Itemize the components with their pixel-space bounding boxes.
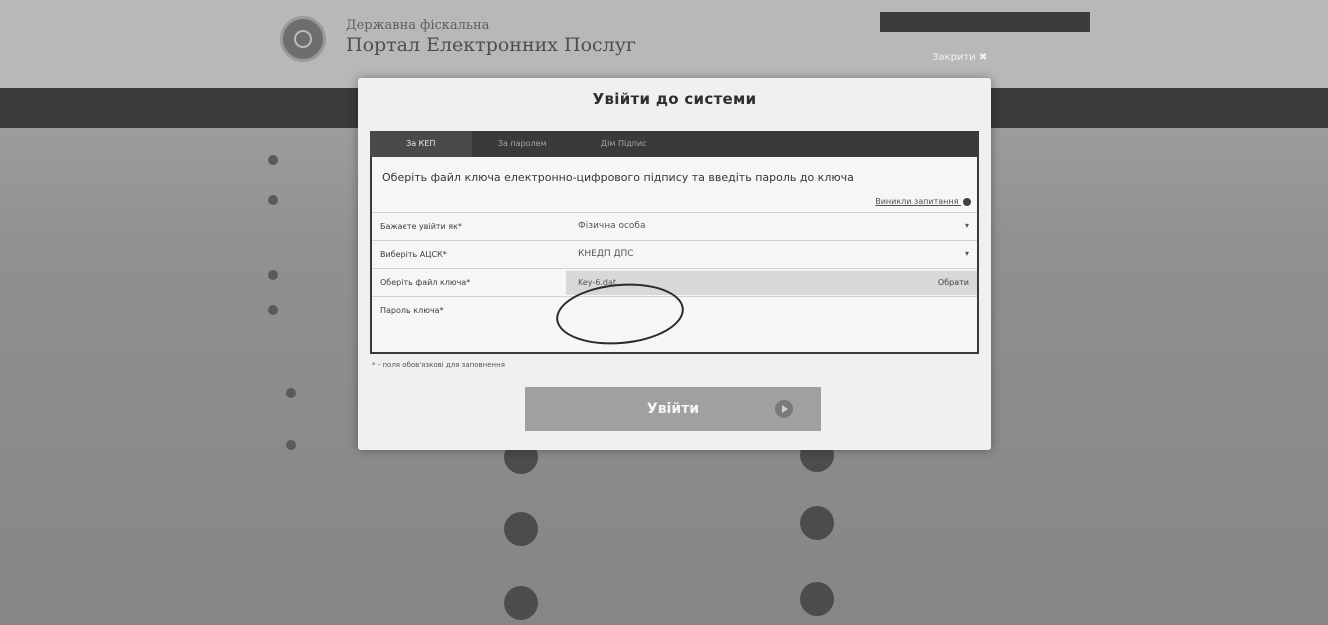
top-button-1[interactable]: [880, 12, 974, 32]
help-link-label: Виникли запитання: [875, 197, 959, 206]
tab-diia[interactable]: Дім Підпис: [573, 131, 675, 157]
arrow-right-icon: [775, 400, 793, 418]
help-link[interactable]: Виникли запитання: [875, 197, 971, 206]
tab-password[interactable]: За паролем: [472, 131, 574, 157]
enter-as-label: Бажаєте увійти як*: [380, 222, 462, 231]
close-link[interactable]: Закрити ✖: [932, 52, 987, 63]
auth-tabs: За КЕП За паролем Дім Підпис: [370, 131, 979, 157]
site-logo: [280, 16, 326, 62]
bg-service-icon: [504, 512, 538, 546]
acsk-row: Виберіть АЦСК* КНЕДП ДПС ▾: [372, 240, 977, 269]
password-label: Пароль ключа*: [380, 306, 444, 315]
enter-as-row: Бажаєте увійти як* Фізична особа ▾: [372, 212, 977, 241]
tab-kep[interactable]: За КЕП: [370, 131, 472, 157]
chevron-down-icon[interactable]: ▾: [965, 249, 969, 258]
panel-heading: Оберіть файл ключа електронно-цифрового …: [382, 171, 854, 184]
acsk-select[interactable]: КНЕДП ДПС: [578, 249, 634, 259]
bg-service-icon: [800, 582, 834, 616]
bg-bullet: [286, 388, 296, 398]
chevron-down-icon[interactable]: ▾: [965, 221, 969, 230]
modal-title: Увійти до системи: [592, 90, 757, 108]
bg-bullet: [268, 270, 278, 280]
acsk-label: Виберіть АЦСК*: [380, 250, 447, 259]
site-name: Портал Електронних Послуг: [346, 34, 636, 56]
required-note: * - поля обов'язкові для заповнення: [372, 361, 505, 369]
key-file-row: Оберіть файл ключа* Key-6.dat Обрати: [372, 268, 977, 297]
browse-button[interactable]: Обрати: [938, 278, 969, 287]
question-icon: [963, 197, 971, 206]
bg-bullet: [268, 305, 278, 315]
bg-service-icon: [800, 506, 834, 540]
login-modal: Увійти до системи За КЕП За паролем Дім …: [358, 78, 991, 450]
enter-as-select[interactable]: Фізична особа: [578, 221, 646, 231]
page: Державна фіскальна Портал Електронних По…: [0, 0, 1328, 625]
bg-bullet: [286, 440, 296, 450]
site-name-top: Державна фіскальна: [346, 18, 490, 33]
top-button-2[interactable]: [966, 12, 1090, 32]
bg-bullet: [268, 195, 278, 205]
site-header: Державна фіскальна Портал Електронних По…: [0, 0, 1328, 88]
bg-bullet: [268, 155, 278, 165]
key-file-label: Оберіть файл ключа*: [380, 278, 471, 287]
bg-service-icon: [504, 586, 538, 620]
login-button[interactable]: Увійти: [525, 387, 821, 431]
login-button-label: Увійти: [646, 401, 700, 417]
